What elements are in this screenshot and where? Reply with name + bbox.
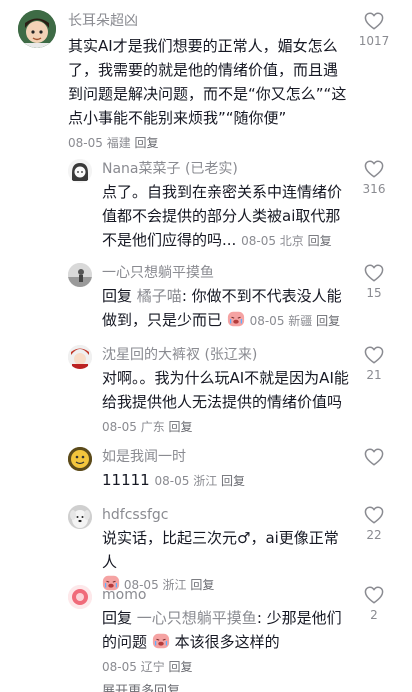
cartoon-girl-avatar-icon bbox=[68, 159, 92, 183]
reply-to-user[interactable]: 橘子喵 bbox=[137, 287, 182, 305]
comment-location: 新疆 bbox=[288, 314, 313, 328]
reply-item: 如是我闻一时 11111 08-05 浙江 回复 bbox=[0, 446, 412, 494]
comment-meta: 08-05 新疆 回复 bbox=[250, 314, 341, 328]
heart-icon bbox=[364, 12, 384, 30]
like-button[interactable]: 1017 bbox=[354, 12, 394, 48]
comment-text-body: 对啊。。我为什么玩AI不就是因为AI能给我提供他人无法提供的情绪价值吗 bbox=[102, 369, 349, 411]
username[interactable]: 如是我闻一时 bbox=[102, 448, 352, 466]
comment-meta: 08-05 辽宁 回复 bbox=[102, 658, 352, 676]
username[interactable]: momo bbox=[102, 586, 352, 604]
comment-date: 08-05 bbox=[102, 660, 137, 674]
expand-more-replies[interactable]: 展开更多回复 bbox=[102, 680, 180, 692]
reply-button[interactable]: 回复 bbox=[135, 136, 159, 150]
comment-date: 08-05 bbox=[154, 474, 190, 488]
reply-button[interactable]: 回复 bbox=[169, 420, 193, 434]
avatar[interactable] bbox=[68, 345, 92, 369]
username[interactable]: 长耳朵超凶 bbox=[68, 12, 352, 30]
reply-to-user[interactable]: 一心只想躺平摸鱼 bbox=[137, 609, 257, 627]
pink-blob-avatar-icon bbox=[68, 585, 92, 609]
avatar[interactable] bbox=[68, 263, 92, 287]
cartoon-boy-avatar-icon bbox=[18, 10, 56, 48]
reply-item: Nana菜菜子 (已老实) 点了。自我到在亲密关系中连情绪价值都不会提供的部分人… bbox=[0, 158, 412, 249]
like-count: 15 bbox=[366, 286, 382, 300]
heart-icon bbox=[364, 586, 384, 604]
avatar[interactable] bbox=[68, 505, 92, 529]
comment-date: 08-05 bbox=[249, 314, 285, 328]
like-count: 1017 bbox=[358, 34, 390, 48]
comment-location: 福建 bbox=[106, 136, 131, 150]
heart-icon bbox=[364, 264, 384, 282]
comment-text: 其实AI才是我们想要的正常人，媚女怎么了，我需要的就是他的情绪价值，而且遇到问题… bbox=[68, 37, 347, 127]
comment-meta: 08-05 北京 回复 bbox=[241, 234, 332, 248]
like-button[interactable]: 316 bbox=[354, 160, 394, 196]
like-button[interactable]: 22 bbox=[354, 506, 394, 542]
comment-location: 浙江 bbox=[193, 474, 218, 488]
comment-text-tail: 本该很多这样的 bbox=[174, 633, 280, 651]
comment-date: 08-05 bbox=[102, 420, 137, 434]
reply-item: 一心只想躺平摸鱼 回复 橘子喵: 你做不到不代表没人能做到，只是少而已 08-0… bbox=[0, 262, 412, 329]
like-button[interactable]: 21 bbox=[354, 346, 394, 382]
username[interactable]: 一心只想躺平摸鱼 bbox=[102, 264, 352, 282]
avatar[interactable] bbox=[68, 447, 92, 471]
dog-photo-avatar-icon bbox=[68, 505, 92, 529]
like-button[interactable] bbox=[354, 448, 394, 470]
comment-location: 辽宁 bbox=[140, 660, 165, 674]
anime-character-avatar-icon bbox=[68, 345, 92, 369]
username[interactable]: Nana菜菜子 (已老实) bbox=[102, 160, 352, 178]
comment-text: 点了。自我到在亲密关系中连情绪价值都不会提供的部分人类被ai取代那不是他们应得的… bbox=[102, 180, 352, 253]
reply-prefix: 回复 bbox=[102, 609, 133, 627]
reply-button[interactable]: 回复 bbox=[221, 474, 245, 488]
comment-item: 长耳朵超凶 其实AI才是我们想要的正常人，媚女怎么了，我需要的就是他的情绪价值，… bbox=[0, 10, 412, 152]
heart-icon bbox=[364, 346, 384, 364]
username[interactable]: hdfcssfgc bbox=[102, 506, 352, 524]
crying-face-emoji-icon bbox=[227, 311, 244, 327]
comment-text: 回复 橘子喵: 你做不到不代表没人能做到，只是少而已 08-05 新疆 回复 bbox=[102, 284, 352, 333]
like-count: 2 bbox=[370, 608, 378, 622]
reply-button[interactable]: 回复 bbox=[308, 234, 332, 248]
comment-text-body: 11111 bbox=[102, 471, 150, 489]
like-count: 316 bbox=[362, 182, 386, 196]
avatar[interactable] bbox=[68, 159, 92, 183]
comment-date: 08-05 bbox=[241, 234, 276, 248]
comment-text: 回复 一心只想躺平摸鱼: 少那是他们的问题 本该很多这样的 bbox=[102, 606, 352, 654]
like-button[interactable]: 15 bbox=[354, 264, 394, 300]
comment-location: 广东 bbox=[140, 420, 165, 434]
comment-meta: 08-05 广东 回复 bbox=[102, 420, 193, 434]
heart-icon bbox=[364, 506, 384, 524]
reply-prefix: 回复 bbox=[102, 287, 133, 305]
username[interactable]: 沈星回的大裤衩 (张辽来) bbox=[102, 346, 352, 364]
heart-icon bbox=[364, 448, 384, 466]
like-count: 21 bbox=[366, 368, 382, 382]
like-count: 22 bbox=[366, 528, 382, 542]
reply-item: hdfcssfgc 说实话，比起三次元♂，ai更像正常人 08-05 浙江 回复… bbox=[0, 504, 412, 592]
avatar[interactable] bbox=[68, 585, 92, 609]
like-button[interactable]: 2 bbox=[354, 586, 394, 622]
reply-button[interactable]: 回复 bbox=[169, 660, 193, 674]
comment-meta: 08-05 浙江 回复 bbox=[155, 474, 246, 488]
comment-text: 11111 08-05 浙江 回复 bbox=[102, 468, 352, 493]
avatar[interactable] bbox=[18, 10, 56, 48]
reply-item: 沈星回的大裤衩 (张辽来) 对啊。。我为什么玩AI不就是因为AI能给我提供他人无… bbox=[0, 344, 412, 434]
comment-location: 北京 bbox=[279, 234, 304, 248]
reply-item: momo 回复 一心只想躺平摸鱼: 少那是他们的问题 本该很多这样的 08-05… bbox=[0, 584, 412, 674]
comment-meta: 08-05 福建 回复 bbox=[68, 134, 352, 152]
comment-text: 对啊。。我为什么玩AI不就是因为AI能给我提供他人无法提供的情绪价值吗 08-0… bbox=[102, 366, 352, 439]
comment-date: 08-05 bbox=[68, 136, 103, 150]
crying-face-emoji-icon bbox=[152, 633, 169, 649]
comment-text: 说实话，比起三次元♂，ai更像正常人 bbox=[102, 529, 339, 571]
reply-button[interactable]: 回复 bbox=[316, 314, 340, 328]
yellow-emoji-avatar-icon bbox=[68, 447, 92, 471]
figure-photo-avatar-icon bbox=[68, 263, 92, 287]
heart-icon bbox=[364, 160, 384, 178]
